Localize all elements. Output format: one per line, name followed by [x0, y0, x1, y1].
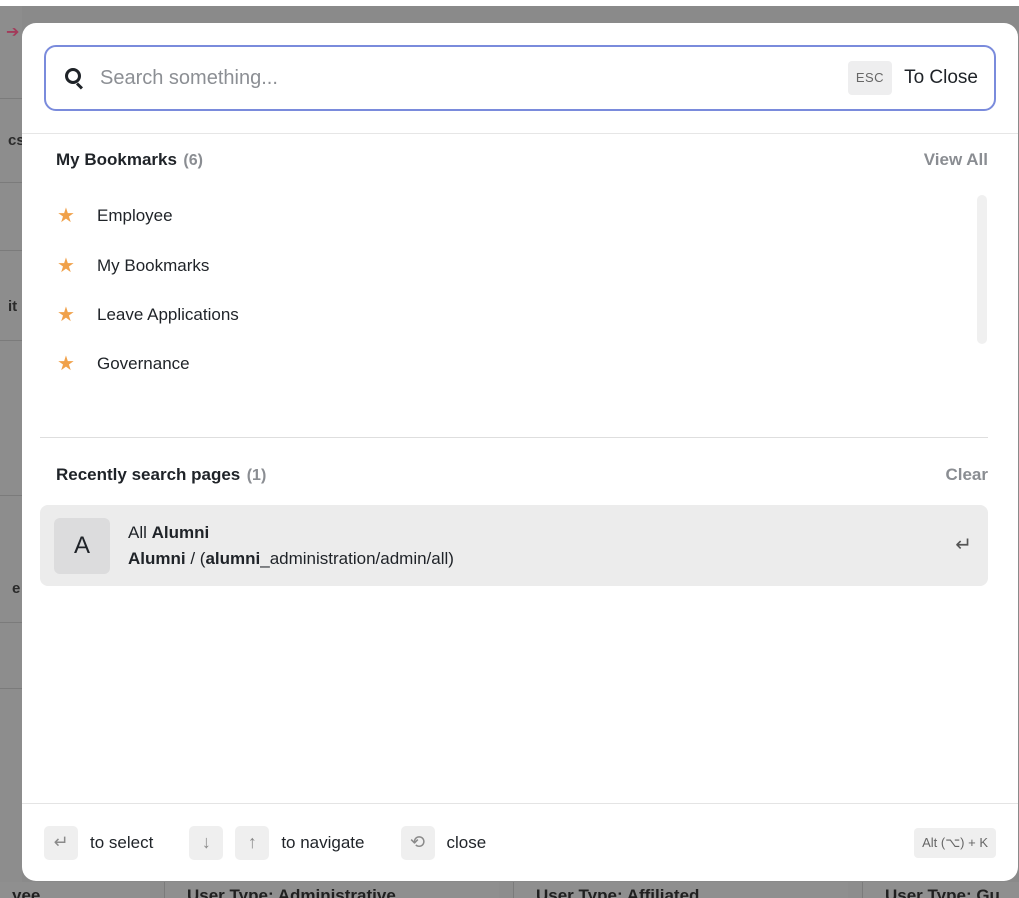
star-icon: ★: [57, 255, 75, 277]
close-hint-label: close: [446, 832, 487, 852]
recent-item-text: All Alumni Alumni / (alumni_administrati…: [128, 523, 454, 569]
background-top-strip: [0, 0, 1019, 6]
escape-key-icon: ⟲: [400, 825, 435, 860]
keyboard-shortcut-badge: Alt (⌥) + K: [914, 827, 996, 858]
recent-item-title: All Alumni: [128, 523, 454, 543]
background-divider: [0, 182, 22, 183]
search-icon: [64, 67, 86, 90]
enter-key-icon: ↵: [44, 825, 78, 860]
navigate-hint-label: to navigate: [281, 832, 365, 852]
bookmark-label: My Bookmarks: [97, 256, 210, 275]
recent-count: (1): [246, 467, 267, 484]
select-hint-label: to select: [90, 832, 154, 852]
background-divider: [0, 250, 22, 251]
bookmark-item-governance[interactable]: ★ Governance: [56, 339, 956, 389]
background-text-fragment: e: [12, 580, 21, 597]
recent-header: Recently search pages (1) Clear: [56, 463, 988, 487]
background-table-header: yee User Type: Administrative User Type:…: [0, 882, 1019, 898]
search-input[interactable]: [100, 66, 848, 90]
star-icon: ★: [57, 304, 75, 326]
search-modal: ESC To Close My Bookmarks (6) View All ★…: [22, 23, 1018, 881]
background-column-header: yee: [0, 882, 150, 898]
bookmark-item-my-bookmarks[interactable]: ★ My Bookmarks: [56, 241, 956, 291]
esc-key-hint: ESC: [847, 61, 893, 95]
arrow-up-icon: ↑: [235, 825, 270, 860]
recent-title-highlight: Alumni: [151, 522, 210, 542]
background-column-header: User Type: Gu: [862, 882, 1019, 898]
background-divider: [0, 688, 22, 689]
bookmark-label: Employee: [97, 206, 173, 225]
recent-path-rest: _administration/admin/all): [260, 548, 454, 568]
star-icon: ★: [57, 353, 75, 375]
recent-path-highlight: alumni: [205, 548, 261, 568]
background-column-header: User Type: Affiliated: [513, 882, 848, 898]
recent-title-text: Recently search pages: [56, 465, 241, 484]
avatar: A: [54, 517, 110, 574]
enter-icon: ↵: [955, 534, 972, 556]
bookmark-item-employee[interactable]: ★ Employee: [56, 191, 956, 241]
navigate-hint: ↓ ↑ to navigate: [189, 825, 365, 860]
star-icon: ★: [57, 205, 75, 227]
clear-link[interactable]: Clear: [945, 465, 988, 485]
recent-path-highlight: Alumni: [128, 548, 186, 568]
background-divider: [0, 340, 22, 341]
bookmarks-header: My Bookmarks (6) View All: [56, 148, 988, 172]
bookmarks-title-text: My Bookmarks: [56, 150, 177, 169]
divider: [22, 133, 1018, 134]
background-arrow-icon: ➔: [6, 24, 20, 41]
divider: [40, 437, 988, 438]
recent-title: Recently search pages (1): [56, 465, 266, 485]
close-hint: ⟲ close: [400, 825, 487, 860]
recent-item[interactable]: A All Alumni Alumni / (alumni_administra…: [40, 505, 988, 586]
view-all-link[interactable]: View All: [924, 150, 988, 170]
bookmarks-title: My Bookmarks (6): [56, 150, 203, 170]
background-text-fragment: it: [8, 298, 18, 315]
background-divider: [0, 622, 22, 623]
bookmark-label: Leave Applications: [97, 305, 239, 324]
recent-path-separator: / (: [185, 548, 206, 568]
background-divider: [0, 98, 22, 99]
shortcut-footer: ↵ to select ↓ ↑ to navigate ⟲ close Alt …: [22, 803, 1018, 881]
background-column-header: User Type: Administrative: [164, 882, 499, 898]
arrow-down-icon: ↓: [189, 825, 224, 860]
bookmarks-count: (6): [183, 152, 203, 169]
recent-title-prefix: All: [128, 522, 152, 542]
bookmark-item-leave-applications[interactable]: ★ Leave Applications: [56, 290, 956, 340]
bookmark-label: Governance: [97, 354, 190, 373]
select-hint: ↵ to select: [44, 825, 154, 860]
recent-item-path: Alumni / (alumni_administration/admin/al…: [128, 549, 454, 569]
background-divider: [0, 495, 22, 496]
bookmarks-scrollbar[interactable]: [977, 195, 987, 344]
close-hint-label: To Close: [904, 67, 978, 88]
search-bar: ESC To Close: [44, 45, 996, 111]
